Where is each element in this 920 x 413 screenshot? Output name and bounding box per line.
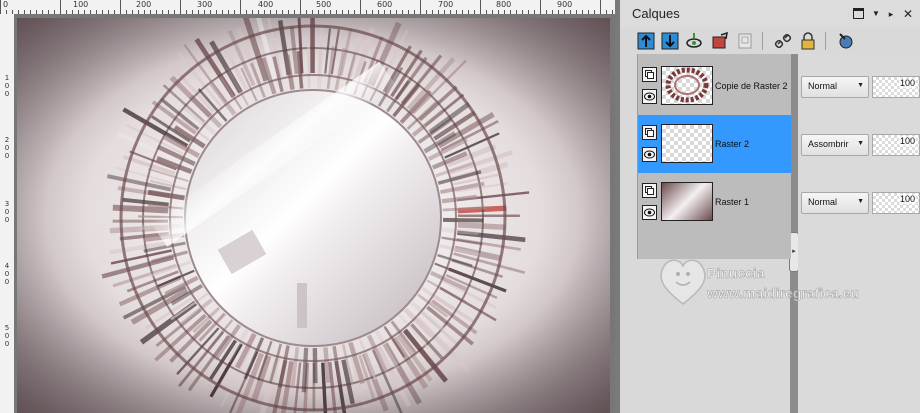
layer-properties-column: Normal ▼ 100 Assombrir ▼ 100 Normal ▼ 100: [798, 54, 920, 413]
blend-mode-select[interactable]: Normal ▼: [801, 76, 869, 98]
blend-mode-select[interactable]: Assombrir ▼: [801, 134, 869, 156]
blend-mode-value: Assombrir: [808, 139, 849, 149]
toolbar-separator: [762, 32, 763, 50]
lock-layer-icon[interactable]: [797, 30, 819, 52]
layer-toggles: [642, 125, 658, 169]
auto-hide-icon[interactable]: ▸: [885, 8, 897, 20]
chevron-down-icon: ▼: [857, 140, 864, 147]
promote-layer-icon[interactable]: [734, 30, 756, 52]
float-palette-icon[interactable]: [852, 8, 864, 20]
palette-title-bar: Calques ▼ ▸ ✕: [620, 0, 920, 28]
blend-mode-value: Normal: [808, 197, 838, 207]
blend-mode-value: Normal: [808, 81, 838, 91]
opacity-field[interactable]: 100: [872, 134, 920, 156]
image-canvas[interactable]: [14, 14, 615, 413]
ruler-label: 3 0 0: [4, 200, 10, 224]
canvas-artwork[interactable]: [17, 18, 610, 413]
toolbar-separator: [825, 32, 826, 50]
layer-row-raster-2[interactable]: Raster 2: [638, 115, 791, 173]
layer-row-copie-de-raster-2[interactable]: Copie de Raster 2: [638, 57, 791, 115]
link-layer-icon[interactable]: [772, 30, 794, 52]
ruler-label: 2 0 0: [4, 136, 10, 160]
layer-thumbnail[interactable]: [661, 66, 713, 105]
opacity-value: 100: [898, 78, 916, 88]
palette-title: Calques: [632, 6, 680, 21]
watermark-logo: Pinuccia www.maidiregrafica.eu: [660, 259, 859, 305]
layer-thumbnail[interactable]: [661, 124, 713, 163]
ruler-label: 4 0 0: [4, 262, 10, 286]
new-adjustment-layer-icon[interactable]: [709, 30, 731, 52]
watermark-site: www.maidiregrafica.eu: [706, 285, 859, 301]
ruler-ticks: [0, 0, 613, 14]
layer-name[interactable]: Raster 1: [715, 197, 749, 207]
new-raster-layer-icon[interactable]: [635, 30, 657, 52]
layer-group-icon[interactable]: [642, 125, 657, 140]
layer-toggles: [642, 67, 658, 111]
watermark-author: Pinuccia: [707, 265, 765, 281]
chevron-down-icon: ▼: [857, 198, 864, 205]
opacity-field[interactable]: 100: [872, 76, 920, 98]
close-palette-icon[interactable]: ✕: [902, 8, 914, 20]
visibility-eye-icon[interactable]: [642, 89, 657, 104]
layer-row-raster-1[interactable]: Raster 1: [638, 173, 791, 231]
layer-toggles: [642, 183, 658, 227]
visibility-eye-icon[interactable]: [642, 205, 657, 220]
opacity-value: 100: [898, 136, 916, 146]
layer-group-icon[interactable]: [642, 183, 657, 198]
layer-group-icon[interactable]: [642, 67, 657, 82]
new-mask-layer-icon[interactable]: [683, 30, 705, 52]
palette-menu-icon[interactable]: ▼: [870, 8, 882, 20]
ruler-label: 5 0 0: [4, 324, 10, 348]
palette-toolbar: [620, 28, 920, 54]
layer-name[interactable]: Raster 2: [715, 139, 749, 149]
blend-mode-select[interactable]: Normal ▼: [801, 192, 869, 214]
visibility-eye-icon[interactable]: [642, 147, 657, 162]
layer-props-row: Normal ▼ 100: [798, 57, 920, 115]
layer-name[interactable]: Copie de Raster 2: [715, 81, 788, 91]
layer-props-row: Assombrir ▼ 100: [798, 115, 920, 173]
layer-properties-icon[interactable]: [834, 30, 856, 52]
layers-palette: Calques ▼ ▸ ✕ ▸ Copie de Raster 2 Raster…: [620, 0, 920, 413]
horizontal-ruler: 0 100 200 300 400 500 600 700 800 900: [0, 0, 615, 15]
opacity-value: 100: [898, 194, 916, 204]
ruler-label: 1 0 0: [4, 74, 10, 98]
layer-props-row: Normal ▼ 100: [798, 173, 920, 231]
layers-list: Copie de Raster 2 Raster 2 Raster 1: [637, 54, 791, 259]
new-vector-layer-icon[interactable]: [659, 30, 681, 52]
opacity-field[interactable]: 100: [872, 192, 920, 214]
chevron-down-icon: ▼: [857, 82, 864, 89]
layer-thumbnail[interactable]: [661, 182, 713, 221]
vertical-ruler: 1 0 0 2 0 0 3 0 0 4 0 0 5 0 0: [0, 14, 15, 413]
